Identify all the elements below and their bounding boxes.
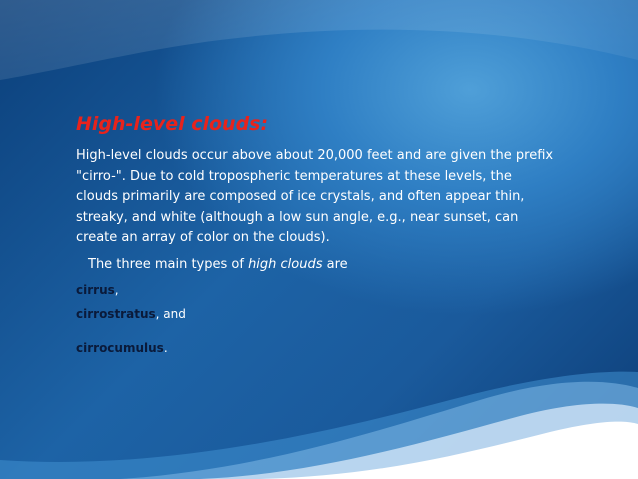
type-suffix: ,: [114, 282, 119, 297]
types-intro-emphasis: high clouds: [248, 256, 323, 272]
slide: High-level clouds: High-level clouds occ…: [0, 0, 638, 479]
type-name: cirrostratus: [76, 306, 156, 321]
types-intro: The three main types of high clouds are: [88, 255, 556, 275]
type-name: cirrus: [76, 282, 115, 297]
types-intro-suffix: are: [322, 256, 348, 272]
type-name: cirrocumulus: [76, 340, 164, 355]
type-item-cirrus: cirrus,: [76, 281, 556, 299]
type-item-cirrocumulus: cirrocumulus.: [76, 339, 556, 357]
type-suffix: .: [163, 340, 168, 355]
type-item-cirrostratus: cirrostratus, and: [76, 305, 556, 323]
types-intro-prefix: The three main types of: [88, 256, 249, 272]
description-paragraph: High-level clouds occur above about 20,0…: [76, 148, 554, 245]
slide-content: High-level clouds: High-level clouds occ…: [76, 112, 556, 357]
type-suffix: , and: [155, 306, 186, 321]
slide-title: High-level clouds:: [76, 113, 269, 135]
